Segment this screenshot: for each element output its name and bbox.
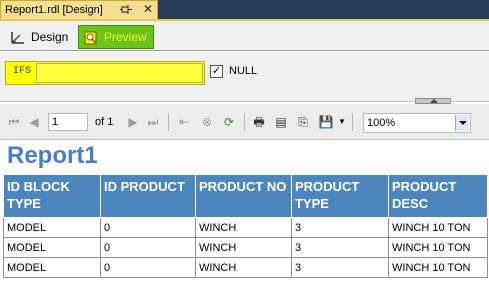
pin-icon[interactable] bbox=[119, 3, 133, 17]
parameter-panel: IFS ✓ NULL bbox=[0, 52, 489, 102]
previous-page-icon[interactable]: ◀ bbox=[26, 114, 42, 130]
document-tab[interactable]: Report1.rdl [Design] ✕ bbox=[0, 0, 158, 19]
document-tab-strip: Report1.rdl [Design] ✕ bbox=[0, 0, 489, 21]
table-cell: WINCH bbox=[195, 237, 292, 258]
export-icon[interactable]: 💾 bbox=[318, 114, 334, 130]
export-dropdown-icon[interactable]: ▼ bbox=[334, 114, 350, 130]
column-header: ID PRODUCT bbox=[100, 174, 196, 218]
preview-icon bbox=[84, 31, 97, 45]
null-checkbox[interactable]: ✓ bbox=[210, 65, 223, 78]
column-header: ID BLOCK TYPE bbox=[3, 174, 101, 218]
page-count-label: of 1 bbox=[95, 116, 114, 128]
last-page-icon[interactable]: ⏭ bbox=[145, 114, 161, 130]
table-cell: WINCH bbox=[195, 257, 292, 278]
table-cell: 0 bbox=[100, 257, 196, 278]
zoom-value: 100% bbox=[367, 117, 396, 129]
tab-preview-label: Preview bbox=[104, 30, 147, 44]
table-row: MODEL 0 WINCH 3 WINCH 10 TON bbox=[3, 257, 488, 278]
column-header: PRODUCT DESC bbox=[388, 174, 488, 218]
toolbar-separator bbox=[352, 113, 353, 131]
table-cell: 3 bbox=[291, 217, 389, 238]
next-page-icon[interactable]: ▶ bbox=[125, 114, 141, 130]
parameter-ifs: IFS bbox=[5, 61, 205, 85]
parameter-ifs-input[interactable] bbox=[36, 63, 203, 83]
report-title: Report1 bbox=[7, 142, 98, 169]
report-table: ID BLOCK TYPE ID PRODUCT PRODUCT NO PROD… bbox=[3, 174, 488, 278]
parameter-ifs-label: IFS bbox=[13, 66, 32, 77]
close-icon[interactable]: ✕ bbox=[141, 2, 155, 16]
page-setup-icon[interactable]: ⎘ bbox=[295, 114, 311, 130]
toolbar-separator bbox=[244, 113, 245, 131]
toolbar-separator bbox=[168, 113, 169, 131]
zoom-select[interactable]: 100% bbox=[363, 113, 471, 133]
table-cell: MODEL bbox=[3, 257, 101, 278]
report-canvas: Report1 ID BLOCK TYPE ID PRODUCT PRODUCT… bbox=[0, 141, 489, 283]
table-cell: WINCH 10 TON bbox=[388, 237, 488, 258]
table-header-row: ID BLOCK TYPE ID PRODUCT PRODUCT NO PROD… bbox=[3, 174, 488, 218]
tab-preview[interactable]: Preview bbox=[78, 25, 154, 49]
stop-icon[interactable]: ⊗ bbox=[199, 114, 215, 130]
null-checkbox-label: NULL bbox=[229, 65, 258, 77]
page-number-input[interactable]: 1 bbox=[48, 113, 88, 131]
print-layout-icon[interactable]: ▤ bbox=[273, 114, 289, 130]
back-icon[interactable]: ⇤ bbox=[176, 114, 192, 130]
table-cell: MODEL bbox=[3, 217, 101, 238]
first-page-icon[interactable]: ⏮ bbox=[6, 114, 22, 130]
print-icon[interactable]: 🖶 bbox=[251, 114, 267, 130]
refresh-icon[interactable]: ⟳ bbox=[221, 114, 237, 130]
table-row: MODEL 0 WINCH 3 WINCH 10 TON bbox=[3, 217, 488, 238]
table-cell: 0 bbox=[100, 217, 196, 238]
table-cell: MODEL bbox=[3, 237, 101, 258]
table-cell: 3 bbox=[291, 257, 389, 278]
table-cell: WINCH bbox=[195, 217, 292, 238]
collapse-arrow-icon bbox=[430, 99, 438, 103]
design-icon bbox=[11, 32, 24, 44]
table-cell: 3 bbox=[291, 237, 389, 258]
table-cell: 0 bbox=[100, 237, 196, 258]
tab-design-label: Design bbox=[31, 30, 69, 44]
table-row: MODEL 0 WINCH 3 WINCH 10 TON bbox=[3, 237, 488, 258]
table-cell: WINCH 10 TON bbox=[388, 217, 488, 238]
table-cell: WINCH 10 TON bbox=[388, 257, 488, 278]
column-header: PRODUCT NO bbox=[195, 174, 292, 218]
document-tab-title: Report1.rdl [Design] bbox=[5, 4, 103, 16]
chevron-down-icon[interactable] bbox=[455, 115, 469, 131]
mode-tab-bar: Design Preview bbox=[0, 21, 489, 51]
report-toolbar: ⏮ ◀ 1 of 1 ▶ ⏭ ⇤ ⊗ ⟳ 🖶 ▤ ⎘ 💾 ▼ 100% bbox=[0, 104, 489, 140]
column-header: PRODUCT TYPE bbox=[291, 174, 389, 218]
tab-design[interactable]: Design bbox=[6, 25, 74, 49]
